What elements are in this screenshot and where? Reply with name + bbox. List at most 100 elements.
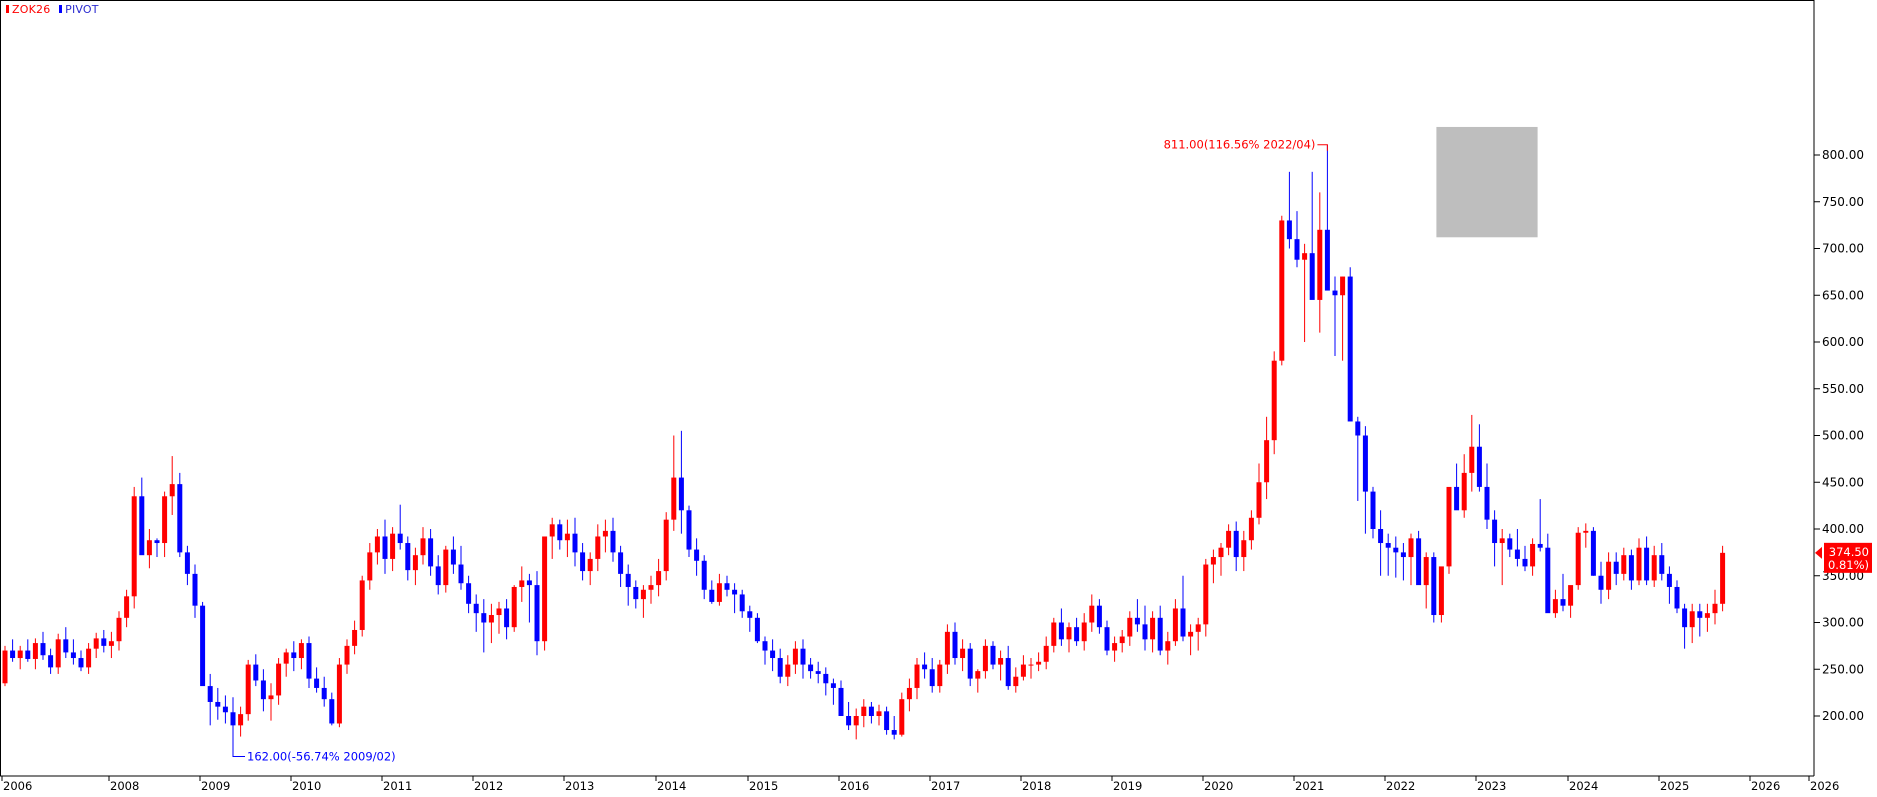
- candle-body: [1492, 519, 1498, 544]
- candle: [177, 472, 183, 558]
- candle-body: [1233, 530, 1239, 558]
- x-tick-label: 2022: [1386, 779, 1415, 793]
- candle-body: [1210, 557, 1216, 565]
- candle-body: [648, 585, 654, 590]
- candle-body: [534, 585, 540, 642]
- candle-body: [1689, 611, 1695, 628]
- candle-body: [1583, 530, 1589, 533]
- candle-body: [1606, 561, 1612, 590]
- candle-body: [1188, 631, 1194, 637]
- candle: [663, 512, 669, 581]
- candle-body: [1514, 549, 1520, 559]
- candle-body: [1545, 547, 1551, 614]
- x-tick-label: 2018: [1022, 779, 1051, 793]
- candle-body: [169, 484, 175, 497]
- candle: [899, 692, 905, 737]
- candle-body: [1241, 540, 1247, 558]
- candle-body: [1704, 613, 1710, 618]
- candle: [1347, 267, 1353, 422]
- candle-body: [1142, 624, 1148, 640]
- candle-body: [1150, 617, 1156, 640]
- candle-body: [1013, 676, 1019, 687]
- candle-body: [1051, 622, 1057, 646]
- candle-body: [929, 669, 935, 687]
- candle-body: [70, 652, 76, 659]
- candle-body: [967, 648, 973, 679]
- candle: [245, 659, 251, 721]
- candle-body: [1036, 661, 1042, 665]
- y-tick-label: 650.00: [1822, 288, 1864, 302]
- candle-body: [891, 730, 897, 735]
- y-tick-label: 500.00: [1822, 429, 1864, 443]
- candle: [1416, 530, 1422, 586]
- candle-body: [1157, 617, 1163, 651]
- y-tick-label: 300.00: [1822, 616, 1864, 630]
- candle-body: [336, 664, 342, 724]
- candle-body: [397, 533, 403, 544]
- candle-body: [846, 716, 852, 726]
- legend-item: ZOK26: [6, 3, 54, 16]
- candle-body: [367, 552, 373, 581]
- candle-body: [724, 583, 730, 590]
- candle-body: [488, 615, 494, 623]
- candle-body: [458, 564, 464, 584]
- x-tick-label: 2008: [110, 779, 139, 793]
- candle-body: [1089, 605, 1095, 623]
- candle-body: [443, 549, 449, 586]
- candle-body: [952, 631, 958, 659]
- x-tick-label: 2026: [1810, 779, 1839, 793]
- candle-body: [762, 641, 768, 651]
- candle-body: [1378, 529, 1384, 544]
- candle-body: [1423, 557, 1429, 586]
- candle-body: [1697, 611, 1703, 618]
- candlestick-chart[interactable]: 811.00(116.56% 2022/04) 162.00(-56.74% 20…: [0, 0, 1877, 793]
- candle-body: [564, 533, 570, 541]
- x-tick-label: 2026: [1751, 779, 1780, 793]
- candle-body: [542, 536, 548, 642]
- x-tick-label: 2006: [3, 779, 32, 793]
- candle-body: [450, 549, 456, 565]
- candle-body: [1598, 575, 1604, 590]
- candle-body: [1476, 446, 1482, 487]
- candle-body: [276, 663, 282, 696]
- candle-body: [602, 530, 608, 537]
- candle-body: [914, 664, 920, 688]
- candle-body: [1112, 643, 1118, 651]
- candle-body: [944, 631, 950, 665]
- legend-item: PIVOT: [59, 3, 99, 16]
- candle-body: [1248, 517, 1254, 541]
- candle: [2, 645, 8, 687]
- candle-body: [1180, 608, 1186, 637]
- candle-body: [496, 608, 502, 616]
- candle-body: [830, 683, 836, 688]
- candle-body: [1408, 538, 1414, 558]
- candle-body: [1043, 645, 1049, 662]
- candle-body: [906, 687, 912, 700]
- candle-body: [1644, 547, 1650, 581]
- candle-body: [1682, 608, 1688, 628]
- candle-body: [853, 716, 859, 726]
- candle-body: [1286, 220, 1292, 240]
- candle-body: [1309, 253, 1315, 300]
- candle-body: [1530, 543, 1536, 567]
- candle-body: [245, 664, 251, 715]
- candle-body: [1651, 555, 1657, 581]
- candle-body: [1659, 555, 1665, 574]
- x-tick-label: 2015: [749, 779, 778, 793]
- candle-body: [557, 524, 563, 541]
- candle-body: [587, 558, 593, 572]
- x-tick-label: 2017: [931, 779, 960, 793]
- candle-body: [412, 555, 418, 571]
- candle-body: [1446, 486, 1452, 567]
- candle-body: [1469, 446, 1475, 473]
- legend: ZOK26 PIVOT: [6, 3, 104, 16]
- candle-body: [184, 552, 190, 574]
- candle-body: [1636, 547, 1642, 581]
- candle-body: [1066, 627, 1072, 640]
- candle-body: [1096, 605, 1102, 628]
- candle-body: [177, 484, 183, 553]
- candle-body: [382, 536, 388, 559]
- candle: [359, 575, 365, 637]
- candle-body: [200, 605, 206, 687]
- candle-body: [1324, 229, 1330, 291]
